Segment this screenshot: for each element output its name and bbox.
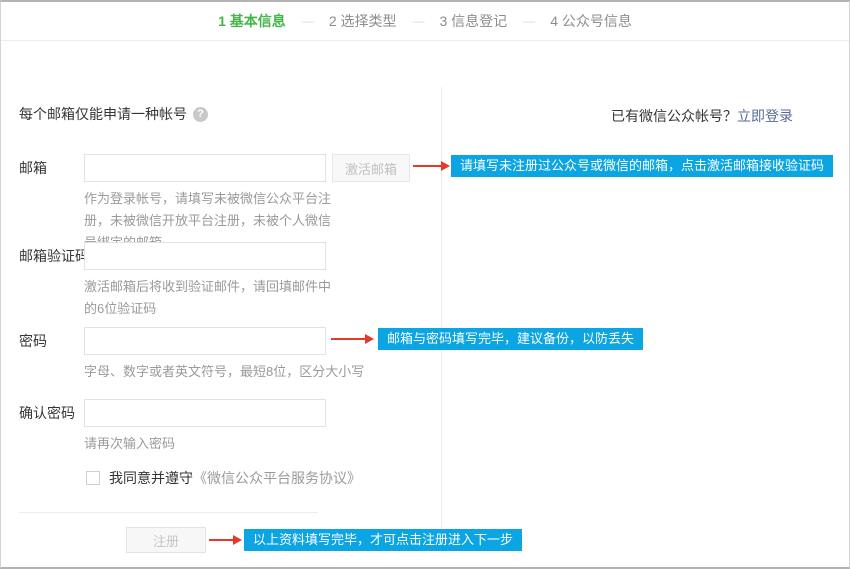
step-info-register: 3 信息登记	[440, 11, 508, 31]
password-input[interactable]	[84, 327, 326, 355]
login-now-link[interactable]: 立即登录	[737, 108, 793, 124]
step-basic-info: 1 基本信息	[218, 11, 286, 31]
form-bottom-divider	[19, 512, 318, 513]
email-label: 邮箱	[19, 154, 47, 182]
existing-account-row: 已有微信公众帐号？立即登录	[611, 106, 793, 126]
step-account-info: 4 公众号信息	[550, 11, 632, 31]
email-code-help-text: 激活邮箱后将收到验证邮件，请回填邮件中的6位验证码	[84, 276, 334, 320]
confirm-password-help-text: 请再次输入密码	[84, 433, 334, 455]
register-tip-callout: 以上资料填写完毕，才可点击注册进入下一步	[244, 529, 522, 551]
email-code-label: 邮箱验证码	[19, 242, 89, 270]
vertical-divider	[441, 87, 442, 552]
agreement-checkbox[interactable]	[86, 471, 100, 485]
existing-account-text: 已有微信公众帐号？	[611, 108, 737, 124]
step-separator: —	[413, 14, 424, 28]
activate-email-button[interactable]: 激活邮箱	[332, 154, 410, 182]
help-question-icon[interactable]: ?	[193, 107, 208, 122]
intro-text: 每个邮箱仅能申请一种帐号	[19, 104, 187, 124]
red-arrow-icon	[413, 161, 450, 171]
email-tip-callout: 请填写未注册过公众号或微信的邮箱，点击激活邮箱接收验证码	[451, 155, 833, 177]
password-help-text: 字母、数字或者英文符号，最短8位，区分大小写	[84, 361, 404, 383]
register-button[interactable]: 注册	[126, 527, 206, 553]
red-arrow-icon	[331, 334, 374, 344]
step-choose-type: 2 选择类型	[329, 11, 397, 31]
email-input[interactable]	[84, 154, 326, 182]
password-label: 密码	[19, 327, 47, 355]
intro-note: 每个邮箱仅能申请一种帐号 ?	[19, 104, 208, 124]
confirm-password-input[interactable]	[84, 399, 326, 427]
password-tip-callout: 邮箱与密码填写完毕，建议备份，以防丢失	[378, 328, 643, 350]
email-code-input[interactable]	[84, 242, 326, 270]
confirm-password-label: 确认密码	[19, 399, 75, 427]
red-arrow-icon	[209, 535, 242, 545]
stepper: 1 基本信息 — 2 选择类型 — 3 信息登记 — 4 公众号信息	[1, 2, 849, 41]
content-area: 每个邮箱仅能申请一种帐号 ? 已有微信公众帐号？立即登录 邮箱 激活邮箱 作为登…	[1, 42, 849, 567]
step-separator: —	[523, 14, 534, 28]
agreement-row: 我同意并遵守 《微信公众平台服务协议》	[86, 468, 361, 488]
agreement-text: 我同意并遵守	[109, 468, 193, 488]
step-separator: —	[302, 14, 313, 28]
registration-page: 1 基本信息 — 2 选择类型 — 3 信息登记 — 4 公众号信息 每个邮箱仅…	[0, 0, 850, 569]
service-agreement-link[interactable]: 《微信公众平台服务协议》	[193, 468, 361, 488]
